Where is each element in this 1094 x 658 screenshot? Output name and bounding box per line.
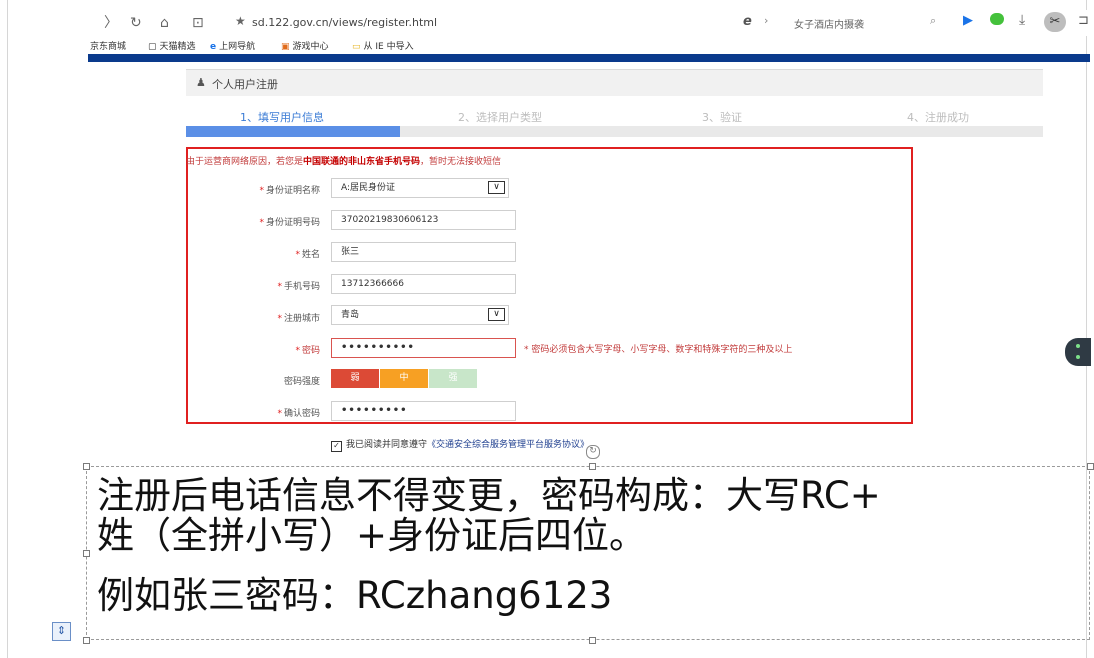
search-input[interactable]: 女子酒店内摄袭 (794, 16, 864, 31)
step-fill-info: 1、填写用户信息 (240, 111, 324, 124)
password-label: * 密码 (295, 346, 320, 356)
chevron-down-icon[interactable]: ∨ (488, 308, 505, 321)
bookmark-games[interactable]: ▣ 游戏中心 (281, 39, 329, 52)
menu-icon[interactable]: ⊐ (1078, 13, 1089, 28)
name-input[interactable]: 张三 (331, 242, 516, 262)
phone-input[interactable]: 13712366666 (331, 274, 516, 294)
strength-weak: 弱 (331, 369, 379, 388)
confirm-password-input[interactable]: ••••••••• (331, 401, 516, 421)
id-number-input[interactable]: 37020219830606123 (331, 210, 516, 230)
page-icon: ▢ (148, 42, 157, 52)
password-hint: * 密码必须包含大写字母、小写字母、数字和特殊字符的三种及以上 (524, 345, 793, 355)
bookmark-tmall[interactable]: ▢ 天猫精选 (148, 39, 196, 52)
resize-handle[interactable] (1087, 463, 1094, 470)
annotation-line-2: 姓（全拼小写）+身份证后四位。 (97, 514, 647, 557)
scissors-icon[interactable]: ✂ (1044, 12, 1066, 32)
bookmark-jd[interactable]: 京东商城 (90, 39, 126, 52)
id-number-label: * 身份证明号码 (259, 218, 320, 228)
strength-label: 密码强度 (283, 377, 320, 387)
ie-mode-icon[interactable]: e (743, 14, 752, 29)
document-left-border (7, 0, 8, 658)
reader-icon[interactable]: ⊡ (192, 14, 204, 32)
annotation-line-3: 例如张三密码：RCzhang6123 (97, 574, 613, 617)
strength-medium: 中 (380, 369, 428, 388)
chevron-right-icon[interactable]: › (764, 14, 768, 27)
resize-handle[interactable] (83, 637, 90, 644)
resize-handle[interactable] (83, 463, 90, 470)
step-select-type: 2、选择用户类型 (458, 111, 542, 124)
page-title: 个人用户注册 (212, 78, 278, 91)
name-label: * 姓名 (295, 250, 320, 260)
step-success: 4、注册成功 (907, 111, 969, 124)
indicator-dot (1076, 355, 1080, 359)
agreement-row: ✓ 我已阅读并同意遵守《交通安全综合服务管理平台服务协议》 (331, 437, 589, 452)
bookmarks-bar: 京东商城 ▢ 天猫精选 e 上网导航 ▣ 游戏中心 ▭ 从 IE 中导入 (88, 37, 1090, 53)
address-bar-url[interactable]: sd.122.gov.cn/views/register.html (252, 16, 437, 29)
chevron-down-icon[interactable]: ∨ (488, 181, 505, 194)
bookmark-import-ie[interactable]: ▭ 从 IE 中导入 (352, 39, 414, 52)
search-icon[interactable]: ⌕ (930, 14, 936, 28)
browser-toolbar: 〉 ↻ ⌂ ⊡ ★ sd.122.gov.cn/views/register.h… (88, 10, 1090, 36)
progress-track (186, 126, 1043, 137)
user-icon: ♟ (196, 76, 206, 89)
resize-handle[interactable] (589, 463, 596, 470)
panel-header: ♟ 个人用户注册 (186, 69, 1043, 96)
rotate-handle-icon[interactable]: ↻ (586, 445, 600, 459)
city-select[interactable]: 青岛 ∨ (331, 305, 509, 325)
home-icon[interactable]: ⌂ (160, 14, 169, 32)
notice-highlight: 中国联通的非山东省手机号码 (303, 157, 421, 167)
site-header-band (88, 54, 1090, 62)
id-type-select[interactable]: A:居民身份证 ∨ (331, 178, 509, 198)
game-icon: ▣ (281, 42, 290, 52)
forward-icon[interactable]: 〉 (104, 14, 118, 32)
refresh-icon[interactable]: ↻ (130, 14, 142, 32)
ie-icon: e (210, 42, 217, 52)
indicator-dot (1076, 344, 1080, 348)
phone-label: * 手机号码 (277, 282, 320, 292)
step-verify: 3、验证 (702, 111, 742, 124)
download-icon[interactable]: ⤓ (1019, 12, 1025, 28)
agreement-checkbox[interactable]: ✓ (331, 441, 342, 452)
layout-options-icon[interactable]: ⇕ (52, 622, 71, 641)
progress-fill (186, 126, 401, 137)
floating-side-widget[interactable] (1065, 338, 1091, 366)
resize-handle[interactable] (589, 637, 596, 644)
chat-icon[interactable] (990, 13, 1004, 25)
star-icon[interactable]: ★ (235, 14, 246, 28)
password-input[interactable]: •••••••••• (331, 338, 516, 358)
play-icon[interactable]: ▶ (963, 13, 973, 28)
id-type-label: * 身份证明名称 (259, 186, 320, 196)
folder-icon: ▭ (352, 42, 361, 52)
resize-handle[interactable] (83, 550, 90, 557)
annotation-line-1: 注册后电话信息不得变更，密码构成：大写RC+ (97, 474, 881, 517)
agreement-link[interactable]: 《交通安全综合服务管理平台服务协议》 (427, 440, 589, 450)
confirm-password-label: * 确认密码 (277, 409, 320, 419)
city-label: * 注册城市 (277, 314, 320, 324)
strength-strong: 强 (429, 369, 477, 388)
sms-notice: 由于运营商网络原因，若您是中国联通的非山东省手机号码，暂时无法接收短信 (186, 157, 502, 167)
bookmark-nav[interactable]: e 上网导航 (210, 39, 255, 52)
